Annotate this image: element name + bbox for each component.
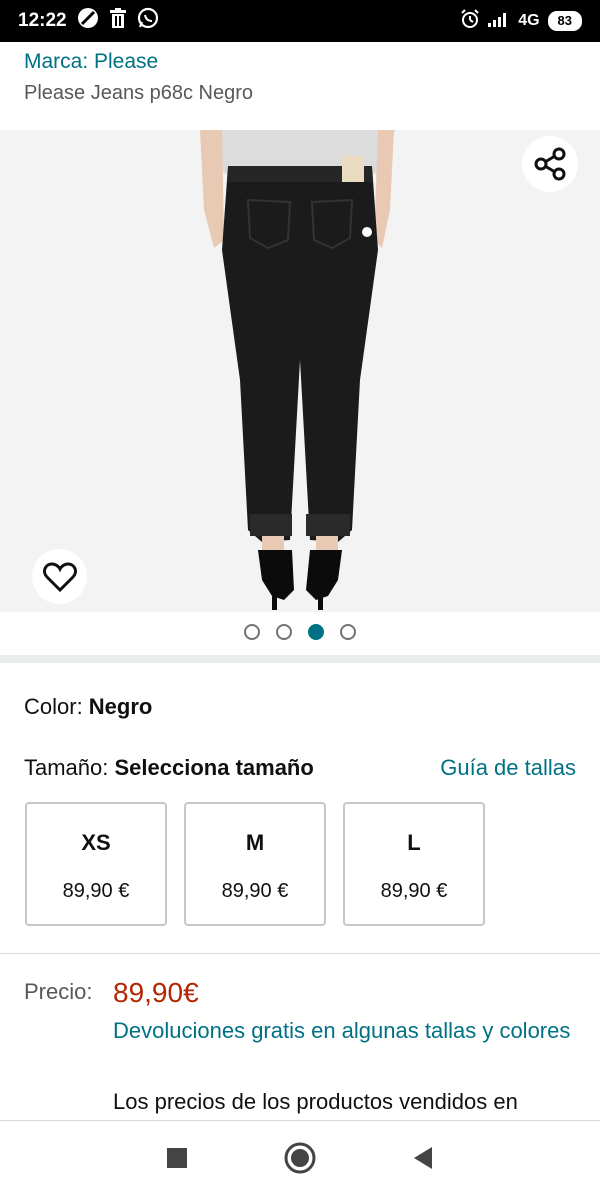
back-icon[interactable] (412, 1146, 434, 1175)
size-option-m[interactable]: M 89,90 € (184, 802, 326, 926)
product-image-gallery[interactable] (0, 130, 600, 612)
section-divider (0, 655, 600, 663)
brand-link[interactable]: Marca: Please (24, 50, 158, 74)
size-option-name: XS (81, 830, 111, 855)
price-value: 89,90€ (113, 977, 199, 1008)
color-value: Negro (88, 694, 153, 719)
size-option-xs[interactable]: XS 89,90 € (25, 802, 167, 926)
color-selector: Color: Negro (24, 694, 152, 720)
size-value: Selecciona tamaño (114, 755, 314, 780)
carousel-indicator (0, 624, 600, 640)
carousel-dot[interactable] (276, 624, 292, 640)
navigation-bar (0, 1120, 600, 1200)
size-guide-link[interactable]: Guía de tallas (440, 755, 576, 781)
carousel-dot[interactable] (244, 624, 260, 640)
size-option-l[interactable]: L 89,90 € (343, 802, 485, 926)
size-option-price: 89,90 € (380, 880, 448, 902)
network-type: 4G (518, 12, 540, 29)
product-title: Please Jeans p68c Negro (24, 82, 254, 104)
pricing-note: Los precios de los productos vendidos en (113, 1089, 518, 1114)
size-option-price: 89,90 € (221, 880, 289, 902)
alarm-icon (460, 8, 480, 34)
size-option-name: L (407, 830, 421, 855)
divider (0, 953, 600, 954)
size-label: Tamaño: (24, 755, 115, 780)
share-button[interactable] (522, 136, 578, 192)
heart-icon (42, 561, 77, 592)
delete-icon (109, 8, 127, 34)
status-bar: 12:22 4G 83 (0, 0, 600, 42)
signal-icon (488, 11, 510, 32)
size-option-name: M (245, 830, 265, 855)
favorite-button[interactable] (32, 549, 87, 604)
size-options: XS 89,90 € M 89,90 € L 89,90 € (25, 802, 485, 926)
do-not-disturb-icon (77, 7, 99, 35)
carousel-dot[interactable] (340, 624, 356, 640)
recents-icon[interactable] (166, 1147, 188, 1174)
battery-level: 83 (557, 13, 572, 28)
free-returns-link[interactable]: Devoluciones gratis en algunas tallas y … (113, 1014, 573, 1048)
color-label: Color: (24, 694, 89, 719)
carousel-dot-active[interactable] (308, 624, 324, 640)
home-icon[interactable] (284, 1142, 316, 1179)
size-selector: Tamaño: Selecciona tamaño (24, 755, 314, 781)
share-icon (534, 147, 566, 181)
whatsapp-icon (137, 7, 159, 35)
clock: 12:22 (18, 10, 67, 31)
price-label: Precio: (24, 979, 93, 1004)
battery-icon: 83 (547, 11, 582, 31)
product-image (200, 130, 395, 610)
size-option-price: 89,90 € (62, 880, 130, 902)
